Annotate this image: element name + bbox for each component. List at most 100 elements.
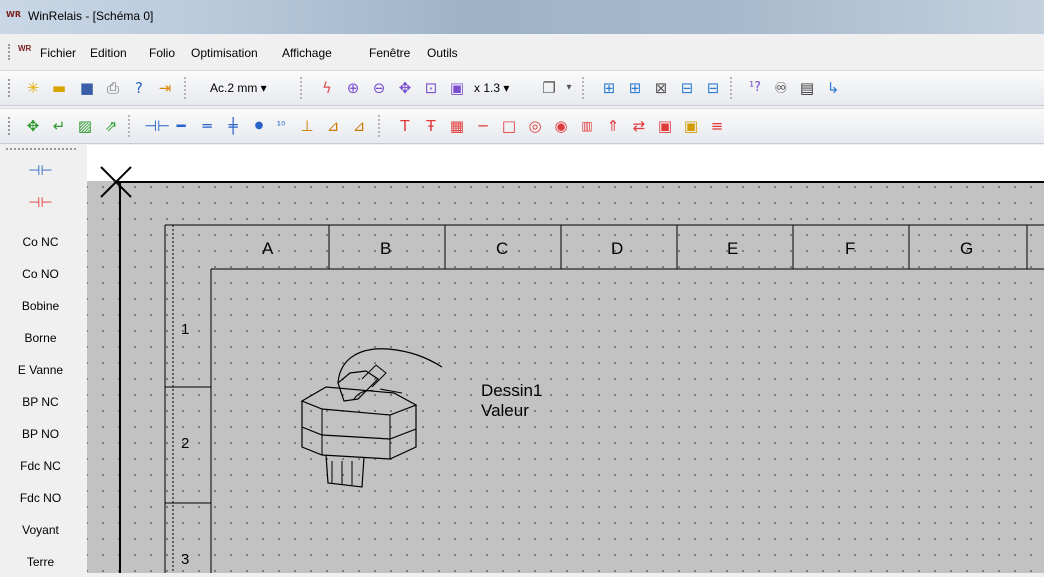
- component-palette: ⊣⊢ ⊣⊢ Co NC Co NO Bobine Borne E Vanne B…: [0, 145, 81, 573]
- toolbar-separator: [582, 77, 587, 99]
- palette-item-borne[interactable]: Borne: [0, 323, 81, 353]
- wire-number-icon[interactable]: ¹⁰: [272, 117, 290, 135]
- cartouche-icon[interactable]: ▥: [578, 117, 596, 135]
- palette-item-fdc-no[interactable]: Fdc NO: [0, 483, 81, 513]
- palette-item-voyant[interactable]: Voyant: [0, 515, 81, 545]
- contact-palette-icon[interactable]: ⊣⊢: [0, 163, 81, 185]
- text-multi-icon[interactable]: Ŧ: [422, 117, 440, 135]
- menu-edition[interactable]: Edition: [90, 46, 127, 60]
- wire-slope-icon[interactable]: ⊿: [324, 117, 342, 135]
- numbering-icon[interactable]: ¹?: [746, 79, 764, 97]
- find-binoculars-icon[interactable]: ♾: [772, 79, 790, 97]
- rectangle-icon[interactable]: □: [500, 117, 518, 135]
- toolbar-separator: [128, 115, 133, 137]
- palette-item-bp-nc[interactable]: BP NC: [0, 387, 81, 417]
- coordinate-icon[interactable]: ↳: [824, 79, 842, 97]
- lightning-icon[interactable]: ϟ: [318, 79, 336, 97]
- menu-fenetre[interactable]: Fenêtre: [369, 46, 410, 60]
- zoom-value: x 1.3: [474, 81, 501, 95]
- align-icon[interactable]: ⊟: [678, 79, 696, 97]
- palette-item-fdc-nc[interactable]: Fdc NC: [0, 451, 81, 481]
- toolbar-separator: [730, 77, 735, 99]
- toolbar-separator: [378, 115, 383, 137]
- wire-label-icon[interactable]: ⊥: [298, 117, 316, 135]
- arrow-up-icon[interactable]: ⇑: [604, 117, 622, 135]
- schema-frame: [100, 166, 1044, 573]
- contact-icon[interactable]: ⊣⊢: [144, 117, 170, 135]
- zoom-out-icon[interactable]: ⊖: [370, 79, 388, 97]
- zoom-dropdown[interactable]: x 1.3 ▾: [474, 79, 509, 97]
- windows-dropdown-icon[interactable]: ▾: [560, 79, 578, 97]
- schema-canvas[interactable]: A B C D E F G 1 2 3 Dessin1 Valeur: [87, 145, 1044, 573]
- image-icon[interactable]: ▨: [76, 117, 94, 135]
- line-icon[interactable]: ─: [474, 117, 492, 135]
- menu-optimisation[interactable]: Optimisation: [191, 46, 258, 60]
- column-label-f: F: [845, 239, 856, 258]
- column-label-c: C: [496, 239, 509, 258]
- toolbar-separator: [300, 77, 305, 99]
- image-frame-icon[interactable]: ▣: [656, 117, 674, 135]
- list-lines-icon[interactable]: ≡: [708, 117, 726, 135]
- open-folder-icon[interactable]: ▬: [50, 79, 68, 97]
- winrelais-app-icon[interactable]: WR: [6, 10, 22, 24]
- text-icon[interactable]: T: [396, 117, 414, 135]
- delete-select-icon[interactable]: ⊠: [652, 79, 670, 97]
- wire-end-icon[interactable]: ⊿: [350, 117, 368, 135]
- toolbar-grip: [8, 79, 13, 97]
- insert-n-icon[interactable]: ▣: [682, 117, 700, 135]
- palette-item-co-nc[interactable]: Co NC: [0, 227, 81, 257]
- print-icon[interactable]: ⎙: [104, 79, 122, 97]
- select-x2-icon[interactable]: ⊞: [600, 79, 618, 97]
- menu-outils[interactable]: Outils: [427, 46, 458, 60]
- menu-bar: WR Fichier Edition Folio Optimisation Af…: [0, 40, 1044, 66]
- zoom-fit-icon[interactable]: ▣: [448, 79, 466, 97]
- distribute-icon[interactable]: ⊟: [704, 79, 722, 97]
- document-system-icon[interactable]: WR: [18, 44, 34, 59]
- column-label-g: G: [960, 239, 974, 258]
- menu-affichage[interactable]: Affichage: [282, 46, 332, 60]
- actuator-drawing: [300, 348, 443, 488]
- column-label-e: E: [727, 239, 739, 258]
- menu-folio[interactable]: Folio: [149, 46, 175, 60]
- zoom-window-icon[interactable]: ⊡: [422, 79, 440, 97]
- save-icon[interactable]: ■: [78, 79, 96, 97]
- windows-icon[interactable]: ❐: [540, 79, 558, 97]
- row-label-1: 1: [181, 321, 190, 338]
- double-wire-icon[interactable]: ═: [198, 117, 216, 135]
- add-select-icon[interactable]: ⊞: [626, 79, 644, 97]
- toolbar-grip: [8, 117, 13, 135]
- return-icon[interactable]: ↵: [50, 117, 68, 135]
- menu-grip: [8, 44, 13, 60]
- drawing-name-label[interactable]: Dessin1: [481, 381, 542, 401]
- column-label-d: D: [611, 239, 624, 258]
- wire-cross-icon[interactable]: ╪: [224, 117, 242, 135]
- accuracy-dropdown[interactable]: Ac.2 mm ▾: [210, 79, 267, 97]
- title-bar: WR WinRelais - [Schéma 0]: [0, 0, 1044, 34]
- info-icon[interactable]: ▤: [798, 79, 816, 97]
- grid-table-icon[interactable]: ▦: [448, 117, 466, 135]
- symbol-arrow-icon[interactable]: ⇄: [630, 117, 648, 135]
- exit-icon[interactable]: ⇥: [156, 79, 174, 97]
- contact-red-palette-icon[interactable]: ⊣⊢: [0, 195, 81, 217]
- zoom-in-icon[interactable]: ⊕: [344, 79, 362, 97]
- palette-grip: [6, 148, 76, 150]
- pan-icon[interactable]: ✥: [396, 79, 414, 97]
- row-label-3: 3: [181, 551, 190, 568]
- palette-item-e-vanne[interactable]: E Vanne: [0, 355, 81, 385]
- help-icon[interactable]: ?: [130, 79, 148, 97]
- toolbar-separator: [184, 77, 189, 99]
- double-circle-icon[interactable]: ◉: [552, 117, 570, 135]
- menu-fichier[interactable]: Fichier: [40, 46, 76, 60]
- drawing-value-label[interactable]: Valeur: [481, 401, 529, 421]
- palette-item-co-no[interactable]: Co NO: [0, 259, 81, 289]
- export-icon[interactable]: ⇗: [102, 117, 120, 135]
- junction-point-icon[interactable]: ●: [250, 117, 268, 135]
- palette-item-bobine[interactable]: Bobine: [0, 291, 81, 321]
- drawing-toolbar: ✥ ↵ ▨ ⇗ ⊣⊢ ━ ═ ╪ ● ¹⁰ ⊥ ⊿ ⊿ T Ŧ ▦ ─ □ ◎ …: [0, 108, 1044, 144]
- circle-icon[interactable]: ◎: [526, 117, 544, 135]
- column-label-a: A: [262, 239, 274, 258]
- single-wire-icon[interactable]: ━: [172, 117, 190, 135]
- move-icon[interactable]: ✥: [24, 117, 42, 135]
- palette-item-bp-no[interactable]: BP NO: [0, 419, 81, 449]
- new-file-icon[interactable]: ✳: [24, 79, 42, 97]
